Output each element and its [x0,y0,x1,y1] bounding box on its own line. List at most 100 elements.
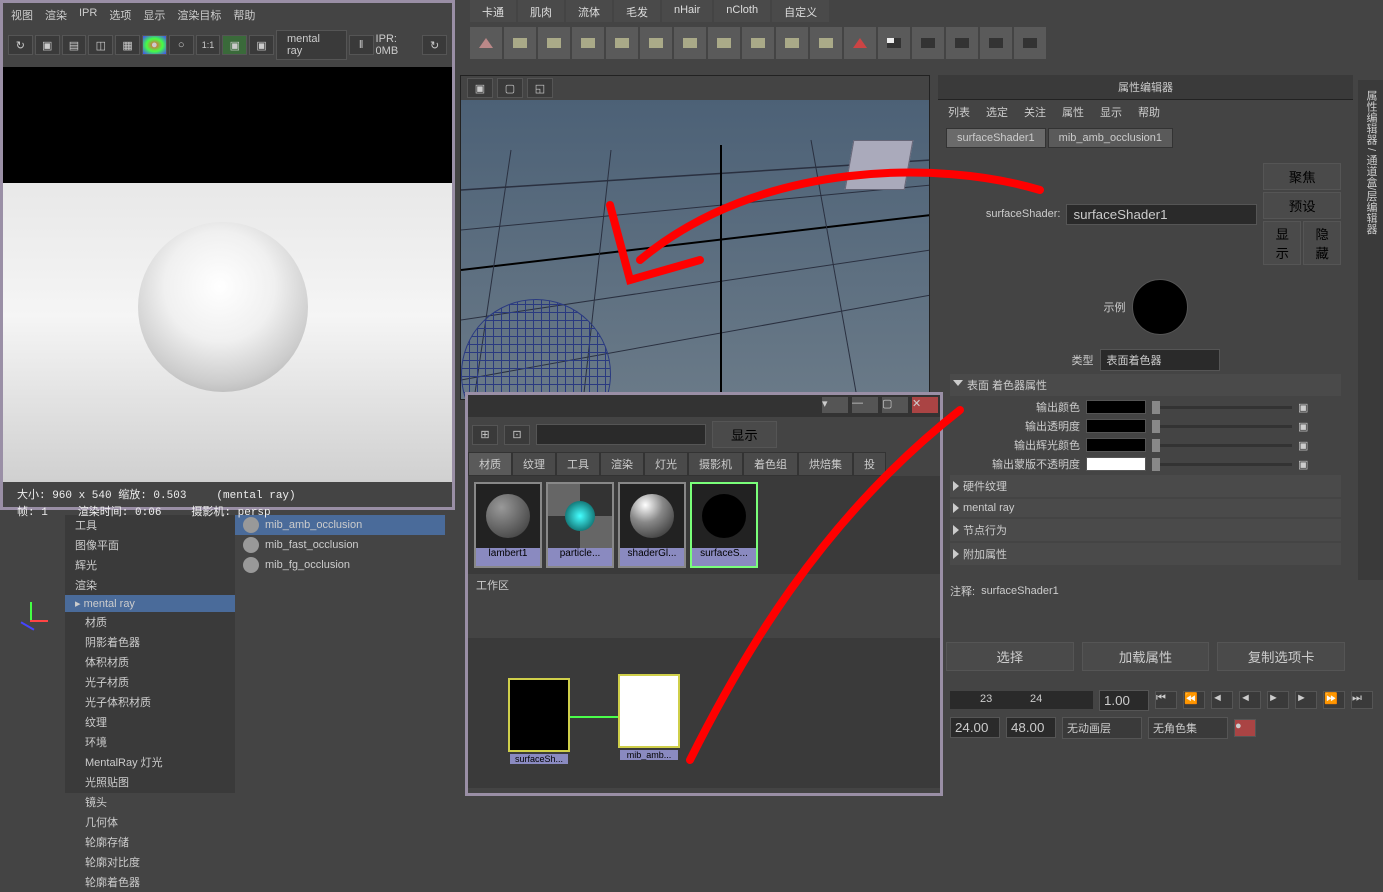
shelf-icon-9[interactable] [742,27,774,59]
shelf-icon-3[interactable] [538,27,570,59]
attr-menu-show[interactable]: 显示 [1100,104,1122,120]
outtrans-swatch[interactable] [1086,419,1146,433]
attr-menu-help[interactable]: 帮助 [1138,104,1160,120]
render-menu-help[interactable]: 帮助 [233,7,255,23]
focus-button[interactable]: 聚焦 [1263,163,1341,190]
tree-item[interactable]: 渲染 [65,575,235,595]
preset-button[interactable]: 预设 [1263,192,1341,219]
goto-start-icon[interactable]: ⏮ [1155,691,1177,709]
clapper-icon[interactable]: ▤ [62,35,87,55]
work-node-surfaceshader[interactable]: surfaceSh... [508,678,570,752]
load-attr-button[interactable]: 加载属性 [1082,642,1210,671]
tree-item[interactable]: 材质 [65,612,235,632]
mat-particle[interactable]: particle... [546,482,614,568]
shelf-tab-custom[interactable]: 自定义 [772,0,829,22]
shelf-tab-fur[interactable]: 毛发 [614,0,660,22]
shelf-icon-12[interactable] [844,27,876,59]
outmatte-slider[interactable] [1152,463,1292,466]
shelf-icon-4[interactable] [572,27,604,59]
char-set-dropdown[interactable]: 无角色集 [1148,717,1228,739]
select-button[interactable]: 选择 [946,642,1074,671]
tree-item[interactable]: 轮廓着色器 [65,872,235,892]
tree-item[interactable]: 环境 [65,732,235,752]
vp-tool-2[interactable]: ▢ [497,78,523,98]
goto-end-icon[interactable]: ⏭ [1351,691,1373,709]
node-mib-fg-occlusion[interactable]: mib_fg_occlusion [235,555,445,575]
step-fwd-icon[interactable]: ⏩ [1323,691,1345,709]
snapshot-icon[interactable]: ▦ [115,35,140,55]
attr-tab-surfaceshader[interactable]: surfaceShader1 [946,128,1046,148]
tree-item[interactable]: MentalRay 灯光 [65,752,235,772]
autokey-icon[interactable]: ● [1234,719,1256,737]
map-icon[interactable]: ▣ [1298,458,1308,471]
ipr-refresh-icon[interactable]: ↻ [422,35,447,55]
outcolor-swatch[interactable] [1086,400,1146,414]
attr-menu-focus[interactable]: 关注 [1024,104,1046,120]
step-back-icon[interactable]: ⏪ [1183,691,1205,709]
maximize-icon[interactable]: ▢ [882,397,908,413]
shelf-tab-fluid[interactable]: 流体 [566,0,612,22]
tree-item[interactable]: 图像平面 [65,535,235,555]
mat-lambert1[interactable]: lambert1 [474,482,542,568]
keep-icon[interactable]: ▣ [249,35,274,55]
copy-tab-button[interactable]: 复制选项卡 [1217,642,1345,671]
hs-tool-1[interactable]: ⊞ [472,425,498,445]
window-dropdown-icon[interactable]: ▾ [822,397,848,413]
timeline-track[interactable]: 23 24 [950,691,1093,709]
tree-item[interactable]: 轮廓对比度 [65,852,235,872]
tree-item[interactable]: 光子体积材质 [65,692,235,712]
mat-surfaceshader[interactable]: surfaceS... [690,482,758,568]
map-icon[interactable]: ▣ [1298,401,1308,414]
range-start-field[interactable] [950,717,1000,738]
render-output-image[interactable] [3,67,452,482]
shelf-tab-nhair[interactable]: nHair [662,0,712,22]
frame-icon[interactable]: ◫ [88,35,113,55]
render-engine-dropdown[interactable]: mental ray [276,30,347,60]
hs-tab-render[interactable]: 渲染 [600,452,644,476]
shelf-icon-17[interactable] [1014,27,1046,59]
outglow-slider[interactable] [1152,444,1292,447]
attr-menu-attr[interactable]: 属性 [1062,104,1084,120]
viewport-content[interactable] [461,100,929,399]
shader-name-field[interactable] [1066,204,1257,225]
hypershade-titlebar[interactable]: ▾ — ▢ ✕ [468,395,940,417]
outglow-swatch[interactable] [1086,438,1146,452]
shelf-icon-5[interactable] [606,27,638,59]
next-key-icon[interactable]: ► [1295,691,1317,709]
hs-tab-textures[interactable]: 纹理 [512,452,556,476]
hs-tab-materials[interactable]: 材质 [468,452,512,476]
section-hw-texture[interactable]: 硬件纹理 [950,475,1341,497]
render-menu-view[interactable]: 视图 [11,7,33,23]
attr-menu-selected[interactable]: 选定 [986,104,1008,120]
hs-tab-cameras[interactable]: 摄影机 [688,452,743,476]
shelf-tab-muscle[interactable]: 肌肉 [518,0,564,22]
anim-layer-dropdown[interactable]: 无动画层 [1062,717,1142,739]
render-menu-target[interactable]: 渲染目标 [177,7,221,23]
play-fwd-icon[interactable]: ► [1267,691,1289,709]
render-menu-render[interactable]: 渲染 [45,7,67,23]
map-icon[interactable]: ▣ [1298,420,1308,433]
camera-icon[interactable]: ▣ [35,35,60,55]
vp-tool-1[interactable]: ▣ [467,78,493,98]
attr-menu-list[interactable]: 列表 [948,104,970,120]
tree-item-mentalray[interactable]: ▸ mental ray [65,595,235,612]
alpha-icon[interactable]: ○ [169,35,194,55]
hide-button[interactable]: 隐藏 [1303,221,1341,265]
perspective-viewport[interactable]: ▣ ▢ ◱ [460,75,930,400]
section-shader-attrs[interactable]: 表面 着色器属性 [950,374,1341,396]
region-icon[interactable]: ▣ [222,35,247,55]
tree-item[interactable]: 阴影着色器 [65,632,235,652]
work-node-mib-amb[interactable]: mib_amb... [618,674,680,748]
shelf-icon-2[interactable] [504,27,536,59]
outmatte-swatch[interactable] [1086,457,1146,471]
shelf-icon-13[interactable] [878,27,910,59]
shelf-icon-1[interactable] [470,27,502,59]
shelf-icon-16[interactable] [980,27,1012,59]
shelf-icon-7[interactable] [674,27,706,59]
render-menu-ipr[interactable]: IPR [79,7,97,23]
ratio-icon[interactable]: 1:1 [196,35,221,55]
attr-tab-mib-occlusion[interactable]: mib_amb_occlusion1 [1048,128,1173,148]
shelf-icon-11[interactable] [810,27,842,59]
section-mentalray[interactable]: mental ray [950,499,1341,517]
shelf-icon-6[interactable] [640,27,672,59]
